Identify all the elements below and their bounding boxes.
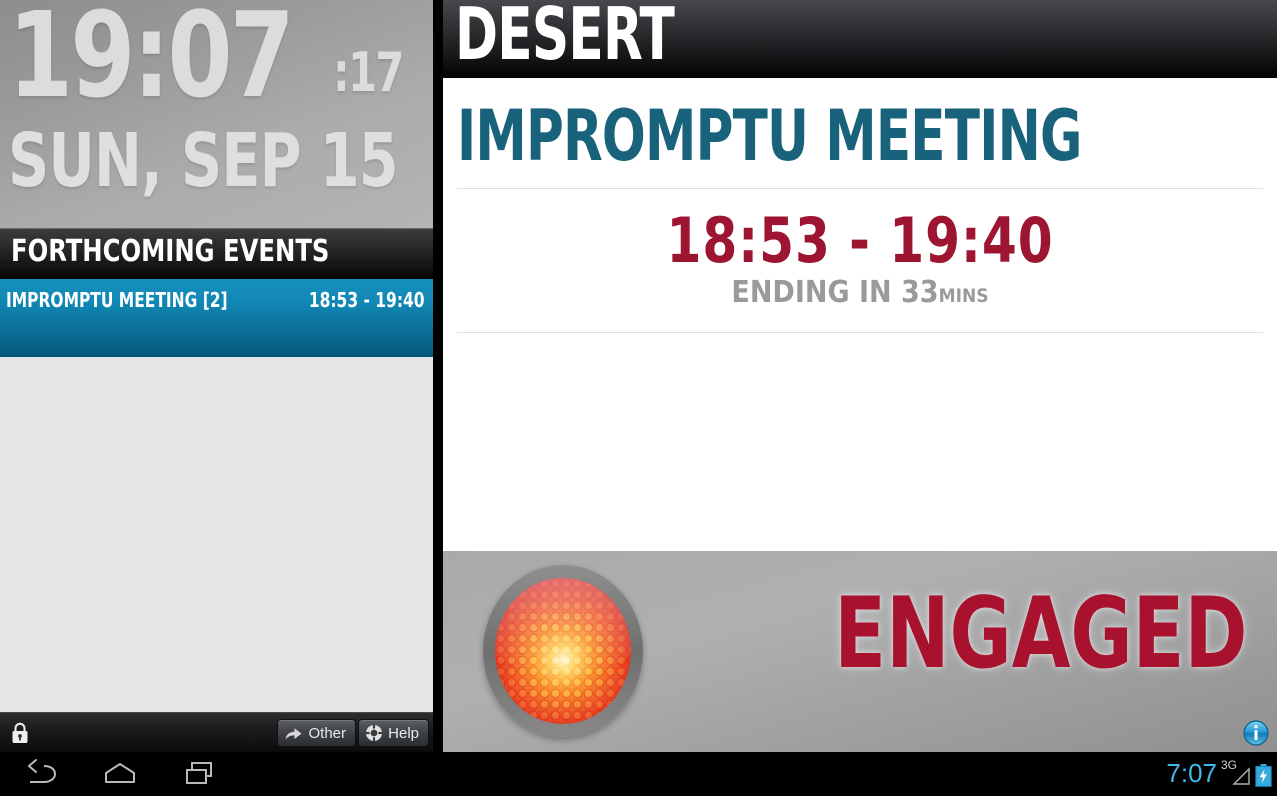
lamp-led-grid [495, 578, 631, 724]
left-panel: 19:07:17 SUN, SEP 15 FORTHCOMING EVENTS … [0, 0, 433, 752]
signal-triangle-icon [1232, 767, 1250, 785]
meeting-ending-unit: MINS [938, 285, 989, 307]
clock-widget: 19:07:17 SUN, SEP 15 [0, 0, 433, 228]
room-header: DESERT [443, 0, 1277, 78]
lamp-inner [495, 578, 631, 724]
room-status-bar: ENGAGED [443, 551, 1277, 752]
home-icon[interactable] [94, 758, 146, 790]
meeting-details: IMPROMPTU MEETING 18:53 - 19:40 ENDING I… [443, 78, 1277, 551]
clock-seconds: :17 [332, 41, 404, 104]
clock-hours-minutes: 19:07 [8, 0, 295, 124]
meeting-ending-in: ENDING IN 33MINS [443, 278, 1277, 308]
divider-bottom [457, 332, 1263, 333]
info-icon[interactable] [1243, 720, 1269, 746]
android-navigation-bar: 7:07 3G [0, 752, 1277, 796]
room-name: DESERT [455, 0, 675, 76]
back-arrow-icon[interactable] [14, 758, 66, 790]
recent-apps-icon[interactable] [174, 758, 226, 790]
meeting-time-block: 18:53 - 19:40 ENDING IN 33MINS [443, 210, 1277, 308]
lifebuoy-icon [365, 724, 383, 742]
system-clock: 7:07 [1166, 758, 1217, 788]
battery-charging-icon [1255, 764, 1272, 787]
padlock-icon[interactable] [10, 722, 30, 744]
left-toolbar: Other Help [0, 712, 433, 752]
event-title: IMPROMPTU MEETING [2] [6, 288, 228, 312]
event-time: 18:53 - 19:40 [309, 288, 425, 312]
red-led-lamp-icon [483, 565, 643, 737]
help-button[interactable]: Help [358, 719, 429, 747]
clock-time-row: 19:07:17 [8, 0, 414, 114]
other-button[interactable]: Other [277, 719, 356, 747]
meeting-title: IMPROMPTU MEETING [457, 95, 1082, 177]
other-button-label: Other [308, 724, 346, 742]
device-screen: 19:07:17 SUN, SEP 15 FORTHCOMING EVENTS … [0, 0, 1277, 796]
meeting-time-range: 18:53 - 19:40 [666, 204, 1054, 277]
status-badge: ENGAGED [833, 577, 1247, 691]
share-arrow-icon [285, 727, 302, 739]
divider-top [457, 188, 1263, 189]
help-button-label: Help [388, 724, 419, 742]
right-panel: DESERT IMPROMPTU MEETING 18:53 - 19:40 E… [443, 0, 1277, 752]
events-empty-area [0, 357, 433, 712]
clock-date: SUN, SEP 15 [8, 118, 399, 204]
forthcoming-events-title: FORTHCOMING EVENTS [11, 234, 330, 269]
meeting-ending-text: ENDING IN 33 [731, 275, 939, 310]
event-list-item[interactable]: IMPROMPTU MEETING [2] 18:53 - 19:40 [0, 279, 433, 357]
forthcoming-events-header: FORTHCOMING EVENTS [0, 228, 433, 279]
